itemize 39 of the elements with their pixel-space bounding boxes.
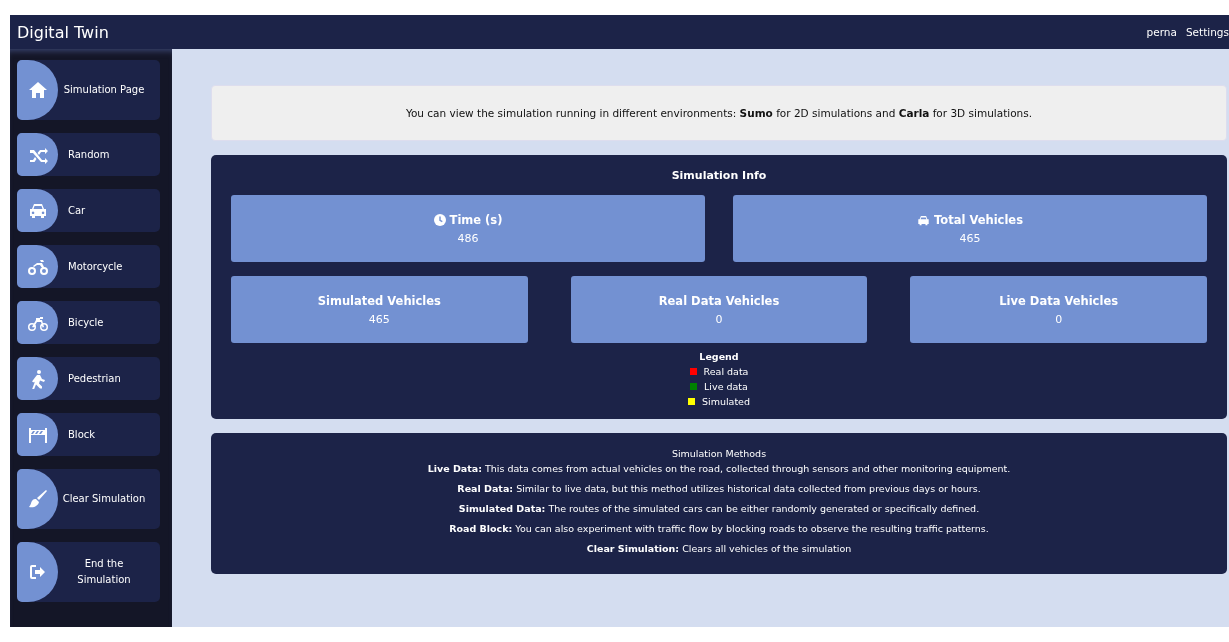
- sidebar-button[interactable]: Bicycle: [17, 301, 160, 344]
- clock-icon: [433, 213, 446, 226]
- exit-icon: [27, 562, 48, 582]
- sidebar-button[interactable]: Pedestrian: [17, 357, 160, 400]
- broom-icon: [27, 489, 48, 509]
- car-icon: [917, 213, 930, 226]
- panel-title: Simulation Info: [670, 169, 768, 182]
- method-description: Clear Simulation: Clears all vehicles of the simulation: [585, 543, 853, 554]
- banner-text: You can view the simulation running in different environments: Sumo for 2D simulations and Carla for 3D simulations.: [405, 107, 1033, 119]
- stat-value: 465: [368, 312, 390, 326]
- sidebar-button[interactable]: Motorcycle: [17, 245, 160, 288]
- stat-value: 0: [715, 312, 723, 326]
- legend-title: Legend: [699, 351, 739, 362]
- user-link[interactable]: perna: [1146, 26, 1177, 38]
- home-icon: [27, 80, 48, 100]
- sidebar-button[interactable]: Car: [17, 189, 160, 232]
- settings-link[interactable]: Settings: [1185, 26, 1229, 38]
- panel-title: Simulation Methods: [670, 448, 768, 459]
- stat-value: 465: [959, 231, 981, 245]
- method-description: Road Block: You can also experiment with traffic flow by blocking roads to observe the resulting traffic patterns.: [448, 523, 990, 534]
- stat-value: 0: [1055, 312, 1063, 326]
- app-title: Digital Twin: [17, 22, 109, 42]
- stat-label: Time (s): [449, 212, 503, 227]
- sidebar-button[interactable]: Random: [17, 133, 160, 176]
- stat-label: Total Vehicles: [934, 212, 1023, 227]
- sidebar-button[interactable]: End the Simulation: [17, 542, 160, 602]
- method-description: Live Data: This data comes from actual vehicles on the road, collected through sensors and other monitoring equipment.: [426, 463, 1012, 474]
- stat-label: Real Data Vehicles: [658, 293, 780, 308]
- stat-label: Simulated Vehicles: [317, 293, 441, 308]
- method-description: Simulated Data: The routes of the simulated cars can be either randomly generated or specifically defined.: [457, 503, 981, 514]
- sidebar-button[interactable]: Clear Simulation: [17, 469, 160, 529]
- legend-label: Live data: [704, 381, 748, 392]
- legend-label: Real data: [703, 366, 749, 377]
- stat-label: Live Data Vehicles: [999, 293, 1119, 308]
- stat-value: 486: [457, 231, 479, 245]
- legend-label: Simulated: [702, 396, 750, 407]
- sidebar-button[interactable]: Simulation Page: [17, 60, 160, 120]
- method-description: Real Data: Similar to live data, but this method utilizes historical data collected from previous days or hours.: [456, 483, 982, 494]
- sidebar-button[interactable]: Block: [17, 413, 160, 456]
